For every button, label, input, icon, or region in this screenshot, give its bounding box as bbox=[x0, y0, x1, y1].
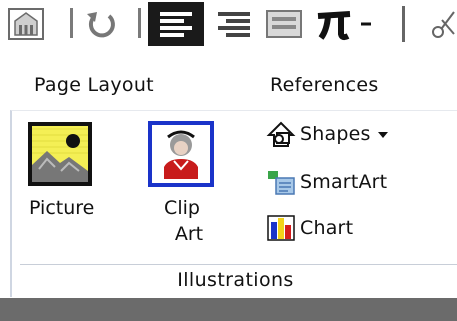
shapes-label: Shapes bbox=[300, 123, 371, 145]
picture-frame-icon[interactable] bbox=[262, 6, 306, 42]
dropdown-arrow-icon[interactable] bbox=[358, 6, 374, 42]
illustrations-group: Picture Clip Art Shapes SmartArt Chart I… bbox=[10, 110, 457, 297]
chart-label: Chart bbox=[300, 217, 354, 239]
toolbar-separator bbox=[402, 6, 405, 42]
clip-art-label-line1: Clip bbox=[164, 197, 200, 219]
clip-art-label: Clip Art bbox=[161, 195, 203, 247]
chart-button[interactable]: Chart bbox=[266, 213, 353, 243]
shapes-button[interactable]: Shapes bbox=[266, 119, 389, 149]
toolbar-separator bbox=[70, 8, 73, 38]
tab-references[interactable]: References bbox=[270, 74, 379, 96]
picture-button[interactable]: Picture bbox=[26, 121, 94, 221]
clip-art-icon bbox=[148, 121, 214, 187]
quick-access-toolbar bbox=[0, 0, 457, 48]
align-right-icon[interactable] bbox=[212, 6, 256, 42]
tab-page-layout[interactable]: Page Layout bbox=[34, 74, 154, 96]
scissors-icon[interactable] bbox=[430, 6, 457, 42]
clip-art-button[interactable]: Clip Art bbox=[148, 121, 214, 247]
toolbar-separator bbox=[138, 8, 141, 38]
undo-icon[interactable] bbox=[82, 6, 122, 42]
ribbon-tabs: Page Layout References bbox=[0, 66, 457, 106]
picture-label: Picture bbox=[29, 197, 95, 219]
smartart-icon bbox=[266, 167, 296, 197]
bottom-bar bbox=[0, 298, 457, 321]
picture-icon bbox=[27, 121, 93, 187]
group-title: Illustrations bbox=[177, 269, 294, 291]
shapes-dropdown-icon[interactable] bbox=[377, 125, 389, 144]
pi-icon[interactable] bbox=[312, 4, 356, 44]
align-left-icon[interactable] bbox=[148, 2, 204, 46]
building-icon[interactable] bbox=[6, 6, 46, 42]
smartart-button[interactable]: SmartArt bbox=[266, 167, 387, 197]
clip-art-label-line2: Art bbox=[174, 223, 204, 245]
chart-icon bbox=[266, 213, 296, 243]
group-divider bbox=[20, 264, 457, 265]
shapes-icon bbox=[266, 119, 296, 149]
smartart-label: SmartArt bbox=[300, 171, 388, 193]
